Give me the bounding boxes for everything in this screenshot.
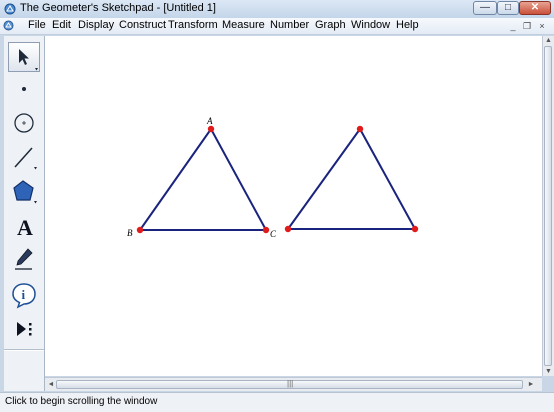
label-a[interactable]: A — [206, 116, 213, 126]
toolbox: A i — [4, 36, 45, 391]
polygon-tool[interactable] — [8, 176, 40, 206]
menu-number[interactable]: Number — [270, 19, 309, 31]
straightedge-tool[interactable] — [8, 142, 40, 172]
scroll-grip: ||| — [287, 379, 294, 388]
maximize-button[interactable]: □ — [497, 1, 519, 15]
information-tool[interactable]: i — [8, 280, 40, 310]
horizontal-scrollbar[interactable]: ◄ ||| ► — [45, 377, 542, 391]
point-a[interactable] — [207, 125, 215, 133]
custom-tool[interactable] — [8, 314, 40, 344]
vertical-scrollbar[interactable]: ▲ ▼ — [542, 36, 554, 376]
menu-display[interactable]: Display — [78, 19, 114, 31]
compass-tool[interactable] — [8, 108, 40, 138]
menu-graph[interactable]: Graph — [315, 19, 346, 31]
menu-construct[interactable]: Construct — [119, 19, 166, 31]
horizontal-scroll-thumb[interactable]: ||| — [56, 379, 523, 389]
document-icon[interactable] — [3, 20, 14, 31]
point-c[interactable] — [262, 226, 270, 234]
document-restore-button[interactable]: ❐ — [522, 21, 532, 31]
scroll-left-arrow[interactable]: ◄ — [46, 380, 56, 389]
segment-ac[interactable] — [210, 128, 267, 231]
label-b[interactable]: B — [127, 228, 133, 238]
menu-transform[interactable]: Transform — [168, 19, 218, 31]
scroll-right-arrow[interactable]: ► — [526, 380, 536, 389]
scroll-down-arrow[interactable]: ▼ — [543, 367, 554, 376]
point-2-right[interactable] — [411, 225, 419, 233]
menu-file[interactable]: File — [28, 19, 46, 31]
arrow-pointer-icon — [19, 49, 38, 71]
svg-text:i: i — [22, 287, 26, 302]
line-segment-icon — [14, 147, 37, 170]
toolbox-divider — [4, 349, 44, 351]
label-c[interactable]: C — [270, 229, 277, 239]
vertical-scroll-thumb[interactable] — [544, 46, 552, 366]
minimize-button[interactable]: — — [473, 1, 497, 15]
arrow-tool[interactable] — [8, 42, 40, 72]
marker-tool[interactable] — [8, 244, 40, 274]
sketch-drawing[interactable]: A B C — [45, 36, 542, 376]
title-bar: The Geometer's Sketchpad - [Untitled 1] … — [0, 0, 554, 18]
letter-a-icon: A — [17, 215, 33, 240]
point-b[interactable] — [136, 226, 144, 234]
pentagon-icon — [13, 180, 37, 204]
pen-icon — [15, 248, 33, 270]
window-title: The Geometer's Sketchpad - [Untitled 1] — [20, 2, 216, 14]
svg-text:A: A — [17, 215, 33, 240]
segment-2-right[interactable] — [359, 128, 416, 230]
menu-help[interactable]: Help — [396, 19, 419, 31]
close-button[interactable]: ✕ — [519, 1, 551, 15]
point-tool[interactable] — [8, 74, 40, 104]
point-2-top[interactable] — [356, 125, 364, 133]
status-text: Click to begin scrolling the window — [5, 396, 158, 407]
info-icon: i — [12, 283, 36, 309]
menu-bar: File Edit Display Construct Transform Me… — [0, 18, 554, 35]
compass-circle-icon — [14, 113, 34, 133]
sketchpad-app-icon — [4, 3, 16, 15]
menu-window[interactable]: Window — [351, 19, 390, 31]
sketch-canvas[interactable]: A B C — [45, 36, 542, 376]
text-tool[interactable]: A — [8, 210, 40, 240]
scroll-up-arrow[interactable]: ▲ — [543, 36, 554, 45]
menu-measure[interactable]: Measure — [222, 19, 265, 31]
document-close-button[interactable]: × — [537, 21, 547, 31]
segment-2-left[interactable] — [287, 128, 361, 230]
segment-ab[interactable] — [139, 128, 212, 231]
menu-edit[interactable]: Edit — [52, 19, 71, 31]
document-minimize-button[interactable]: _ — [508, 21, 518, 31]
point-icon — [22, 87, 26, 91]
status-bar: Click to begin scrolling the window — [0, 392, 554, 412]
point-2-left[interactable] — [284, 225, 292, 233]
play-menu-icon — [17, 322, 32, 336]
